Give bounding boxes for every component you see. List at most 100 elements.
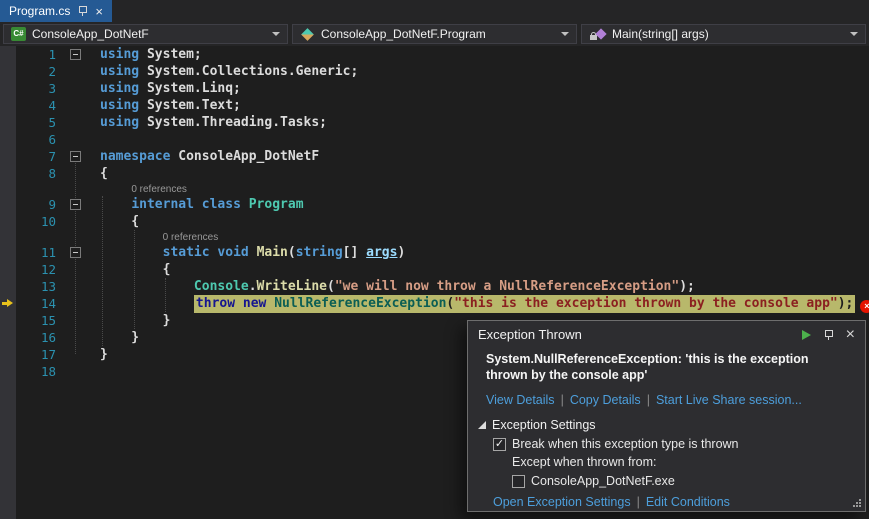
code-line[interactable]: 6 <box>0 131 869 148</box>
break-checkbox[interactable]: ✓ <box>493 438 506 451</box>
execution-pointer-icon <box>2 299 13 308</box>
gutter-margin <box>0 295 16 312</box>
line-number: 11 <box>16 244 64 261</box>
code-text: { <box>86 213 139 230</box>
fold-margin <box>64 278 86 295</box>
line-number: 8 <box>16 165 64 182</box>
gutter-margin <box>0 230 16 244</box>
type-dropdown[interactable]: ConsoleApp_DotNetF.Program <box>292 24 577 44</box>
gutter-margin <box>0 346 16 363</box>
codelens-references[interactable]: 0 references <box>131 183 187 197</box>
view-details-link[interactable]: View Details <box>486 393 555 407</box>
token: new <box>243 296 266 311</box>
continue-execution-icon[interactable] <box>802 330 811 340</box>
code-line[interactable]: 4 using System.Text; <box>0 97 869 114</box>
fold-margin <box>64 114 86 131</box>
fold-margin <box>64 329 86 346</box>
link-separator: | <box>561 393 564 407</box>
code-line[interactable]: 5using System.Threading.Tasks; <box>0 114 869 131</box>
expander-icon[interactable] <box>478 421 486 429</box>
member-dropdown-label: Main(string[] args) <box>612 27 709 41</box>
pin-icon[interactable] <box>824 329 833 341</box>
footer-links: Open Exception Settings|Edit Conditions <box>493 495 865 509</box>
token: [] <box>343 245 366 260</box>
pin-tab-icon[interactable] <box>78 5 87 17</box>
token: System.Threading.Tasks; <box>139 115 327 130</box>
code-line[interactable]: 11 static void Main(string[] args) <box>0 244 869 261</box>
code-line[interactable]: 7namespace ConsoleApp_DotNetF <box>0 148 869 165</box>
gutter-margin <box>0 131 16 148</box>
code-text: using System.Text; <box>86 97 241 114</box>
line-number: 4 <box>16 97 64 114</box>
fold-collapse-icon[interactable] <box>70 49 81 60</box>
token: System.Linq; <box>139 81 241 96</box>
fold-margin <box>64 196 86 213</box>
fold-margin <box>64 312 86 329</box>
token <box>194 197 202 212</box>
close-icon[interactable]: × <box>846 327 855 343</box>
project-dropdown-label: ConsoleApp_DotNetF <box>32 27 149 41</box>
token: static <box>163 245 210 260</box>
edit-conditions-link[interactable]: Edit Conditions <box>646 495 730 509</box>
code-line[interactable]: 2using System.Collections.Generic; <box>0 63 869 80</box>
token: ); <box>679 279 695 294</box>
token: void <box>217 245 248 260</box>
code-text: { <box>86 165 108 182</box>
code-line[interactable]: 14 throw new NullReferenceException("thi… <box>0 295 869 312</box>
token: ( <box>288 245 296 260</box>
token: throw <box>196 296 235 311</box>
code-line[interactable]: 10 { <box>0 213 869 230</box>
codelens-references[interactable]: 0 references <box>163 231 219 245</box>
close-tab-icon[interactable]: × <box>95 5 103 18</box>
start-live-share-link[interactable]: Start Live Share session... <box>656 393 802 407</box>
copy-details-link[interactable]: Copy Details <box>570 393 641 407</box>
resize-grip[interactable] <box>859 505 861 507</box>
gutter-margin <box>0 213 16 230</box>
exception-message: System.NullReferenceException: 'this is … <box>486 351 851 383</box>
token <box>249 245 257 260</box>
tab-program-cs[interactable]: Program.cs × <box>0 0 112 22</box>
exception-error-icon: × <box>860 300 869 313</box>
code-text: } <box>86 329 139 346</box>
code-line[interactable]: 13 Console.WriteLine("we will now throw … <box>0 278 869 295</box>
token: ConsoleApp_DotNetF <box>170 149 319 164</box>
gutter-margin <box>0 244 16 261</box>
gutter-margin <box>0 46 16 63</box>
exception-settings-section[interactable]: Exception Settings <box>478 418 865 432</box>
module-checkbox[interactable] <box>512 475 525 488</box>
token: } <box>100 330 139 345</box>
fold-margin <box>64 346 86 363</box>
gutter-margin <box>0 63 16 80</box>
token: . <box>249 279 257 294</box>
code-text: using System.Linq; <box>86 80 241 97</box>
chevron-down-icon <box>272 32 280 36</box>
tab-bar: Program.cs × <box>0 0 869 22</box>
code-text <box>86 363 100 380</box>
fold-collapse-icon[interactable] <box>70 199 81 210</box>
gutter-margin <box>0 165 16 182</box>
code-line[interactable]: 1using System; <box>0 46 869 63</box>
code-line[interactable]: 12 { <box>0 261 869 278</box>
line-number <box>16 230 64 244</box>
fold-margin <box>64 244 86 261</box>
gutter-margin <box>0 329 16 346</box>
gutter-margin <box>0 114 16 131</box>
open-exception-settings-link[interactable]: Open Exception Settings <box>493 495 631 509</box>
token: using <box>100 98 139 113</box>
fold-collapse-icon[interactable] <box>70 247 81 258</box>
token <box>100 279 194 294</box>
fold-margin <box>64 97 86 114</box>
token: ); <box>838 296 854 311</box>
project-dropdown[interactable]: C# ConsoleApp_DotNetF <box>3 24 288 44</box>
line-number: 7 <box>16 148 64 165</box>
code-line[interactable]: 9 internal class Program <box>0 196 869 213</box>
fold-collapse-icon[interactable] <box>70 151 81 162</box>
token: using <box>100 47 139 62</box>
code-line[interactable]: 3using System.Linq; <box>0 80 869 97</box>
member-dropdown[interactable]: Main(string[] args) <box>581 24 866 44</box>
token: } <box>100 347 108 362</box>
token: class <box>202 197 241 212</box>
token: { <box>100 262 170 277</box>
code-line[interactable]: 8{ <box>0 165 869 182</box>
token <box>241 197 249 212</box>
